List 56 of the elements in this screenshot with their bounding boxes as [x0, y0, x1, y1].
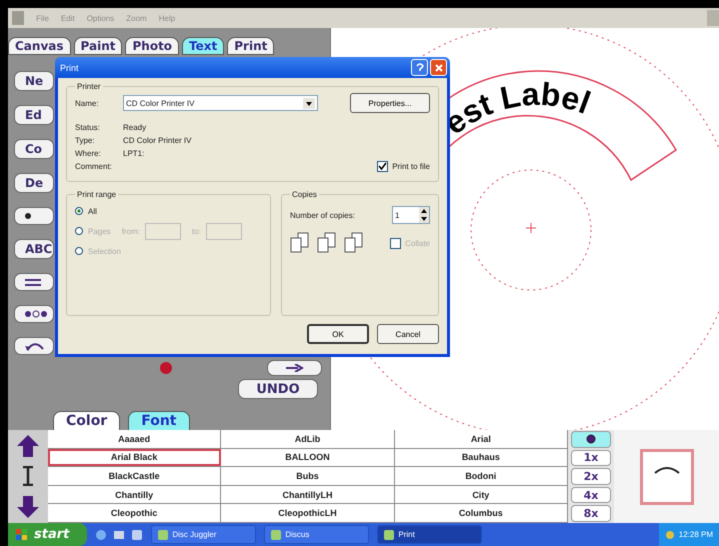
- field-label: Name:: [75, 98, 100, 108]
- font-cell[interactable]: Aaaaed: [48, 430, 222, 448]
- option-label: Selection: [88, 246, 121, 256]
- dialog-title: Print: [60, 62, 79, 72]
- option-label: Pages: [88, 226, 111, 236]
- zoom-button[interactable]: 4x: [571, 486, 611, 504]
- taskbar-button[interactable]: Print: [377, 525, 482, 544]
- group-label: Print range: [76, 190, 118, 199]
- status-text: Ready: [123, 123, 146, 132]
- checkbox-label: Print to file: [392, 162, 430, 171]
- font-cell[interactable]: BALLOON: [221, 448, 395, 466]
- tool-button[interactable]: Ed: [14, 105, 54, 125]
- font-cell[interactable]: BlackCastle: [48, 467, 222, 485]
- tab[interactable]: Text: [182, 37, 224, 55]
- clock: 12:28 PM: [678, 530, 713, 539]
- tab[interactable]: Font: [128, 411, 190, 430]
- tab[interactable]: Photo: [125, 37, 180, 55]
- option-label: All: [88, 206, 97, 216]
- font-cell[interactable]: CleopothicLH: [221, 504, 395, 522]
- field-label: Status:: [75, 123, 101, 132]
- field-label: Comment:: [75, 162, 112, 171]
- font-cell[interactable]: ChantillyLH: [221, 486, 395, 504]
- where-text: LPT1:: [123, 149, 144, 158]
- group-label: Copies: [291, 190, 318, 199]
- field-label: Where:: [75, 149, 102, 158]
- zoom-button[interactable]: 2x: [571, 468, 611, 485]
- font-cell[interactable]: Chantilly: [48, 486, 222, 504]
- start-button[interactable]: start: [8, 523, 88, 546]
- tool-button[interactable]: De: [14, 173, 54, 193]
- taskbar-button[interactable]: Discus: [264, 525, 370, 544]
- dialog-button[interactable]: Cancel: [377, 324, 439, 344]
- tool-button[interactable]: Co: [14, 139, 54, 159]
- undo-button[interactable]: UNDO: [238, 379, 318, 399]
- tab[interactable]: Canvas: [8, 37, 71, 55]
- group-label: Printer: [76, 82, 102, 91]
- field-label: to:: [192, 226, 201, 236]
- type-text: CD Color Printer IV: [123, 136, 192, 145]
- field-label: Type:: [75, 136, 96, 145]
- taskbar-button[interactable]: Disc Juggler: [151, 525, 256, 544]
- field-label: from:: [122, 226, 140, 236]
- tab[interactable]: Print: [227, 37, 274, 55]
- tab[interactable]: Paint: [74, 37, 122, 55]
- tool-button[interactable]: Ne: [14, 71, 54, 91]
- font-cell[interactable]: AdLib: [221, 430, 395, 448]
- checkbox-label: Collate: [405, 238, 430, 248]
- zoom-button[interactable]: 1x: [571, 450, 611, 466]
- zoom-button[interactable]: 8x: [571, 505, 611, 522]
- font-cell[interactable]: Arial Black: [48, 448, 222, 466]
- printer-dropdown[interactable]: CD Color Printer IV: [123, 95, 318, 111]
- tab[interactable]: Color: [53, 411, 120, 430]
- dialog-button[interactable]: OK: [307, 324, 369, 344]
- properties-button[interactable]: Properties...: [350, 93, 430, 113]
- font-cell[interactable]: Bubs: [221, 467, 395, 485]
- tool-button[interactable]: ABC: [14, 239, 54, 259]
- copies-spinner[interactable]: 1: [392, 206, 430, 224]
- font-cell[interactable]: Cleopothic: [48, 504, 222, 522]
